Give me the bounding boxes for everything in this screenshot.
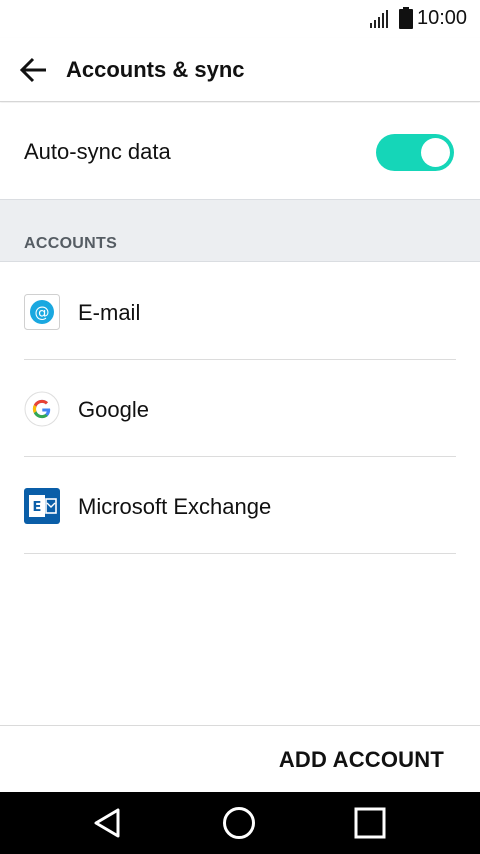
bottom-action-bar: ADD ACCOUNT bbox=[0, 725, 480, 792]
email-at-icon: @ bbox=[24, 294, 60, 330]
account-item-google[interactable]: Google bbox=[0, 360, 480, 457]
home-circle-icon[interactable] bbox=[221, 805, 257, 841]
clock: 10:00 bbox=[417, 7, 468, 29]
account-label: Microsoft Exchange bbox=[78, 494, 272, 519]
recents-square-icon[interactable] bbox=[352, 805, 388, 841]
add-account-button[interactable]: ADD ACCOUNT bbox=[279, 747, 444, 773]
svg-text:@: @ bbox=[35, 304, 50, 322]
svg-text:E: E bbox=[33, 500, 42, 515]
account-item-exchange[interactable]: E Microsoft Exchange bbox=[0, 457, 480, 554]
navigation-bar bbox=[0, 792, 480, 854]
accounts-section-header: ACCOUNTS bbox=[0, 199, 480, 262]
account-label: Google bbox=[78, 397, 149, 422]
account-label: E-mail bbox=[78, 300, 141, 325]
toggle-knob bbox=[421, 138, 450, 167]
back-arrow-icon[interactable] bbox=[14, 51, 52, 89]
google-g-icon bbox=[24, 391, 60, 427]
auto-sync-label: Auto-sync data bbox=[24, 139, 171, 164]
divider bbox=[24, 553, 456, 554]
section-title: ACCOUNTS bbox=[24, 235, 118, 252]
status-bar: 10:00 bbox=[0, 0, 480, 38]
auto-sync-toggle[interactable] bbox=[376, 134, 454, 171]
back-triangle-icon[interactable] bbox=[90, 805, 126, 841]
account-item-email[interactable]: @ E-mail bbox=[0, 263, 480, 360]
page-title: Accounts & sync bbox=[66, 57, 245, 82]
battery-icon bbox=[399, 7, 413, 29]
exchange-icon: E bbox=[24, 488, 60, 524]
auto-sync-row[interactable]: Auto-sync data bbox=[0, 103, 480, 199]
signal-icon bbox=[370, 10, 388, 28]
app-bar: Accounts & sync bbox=[0, 38, 480, 102]
